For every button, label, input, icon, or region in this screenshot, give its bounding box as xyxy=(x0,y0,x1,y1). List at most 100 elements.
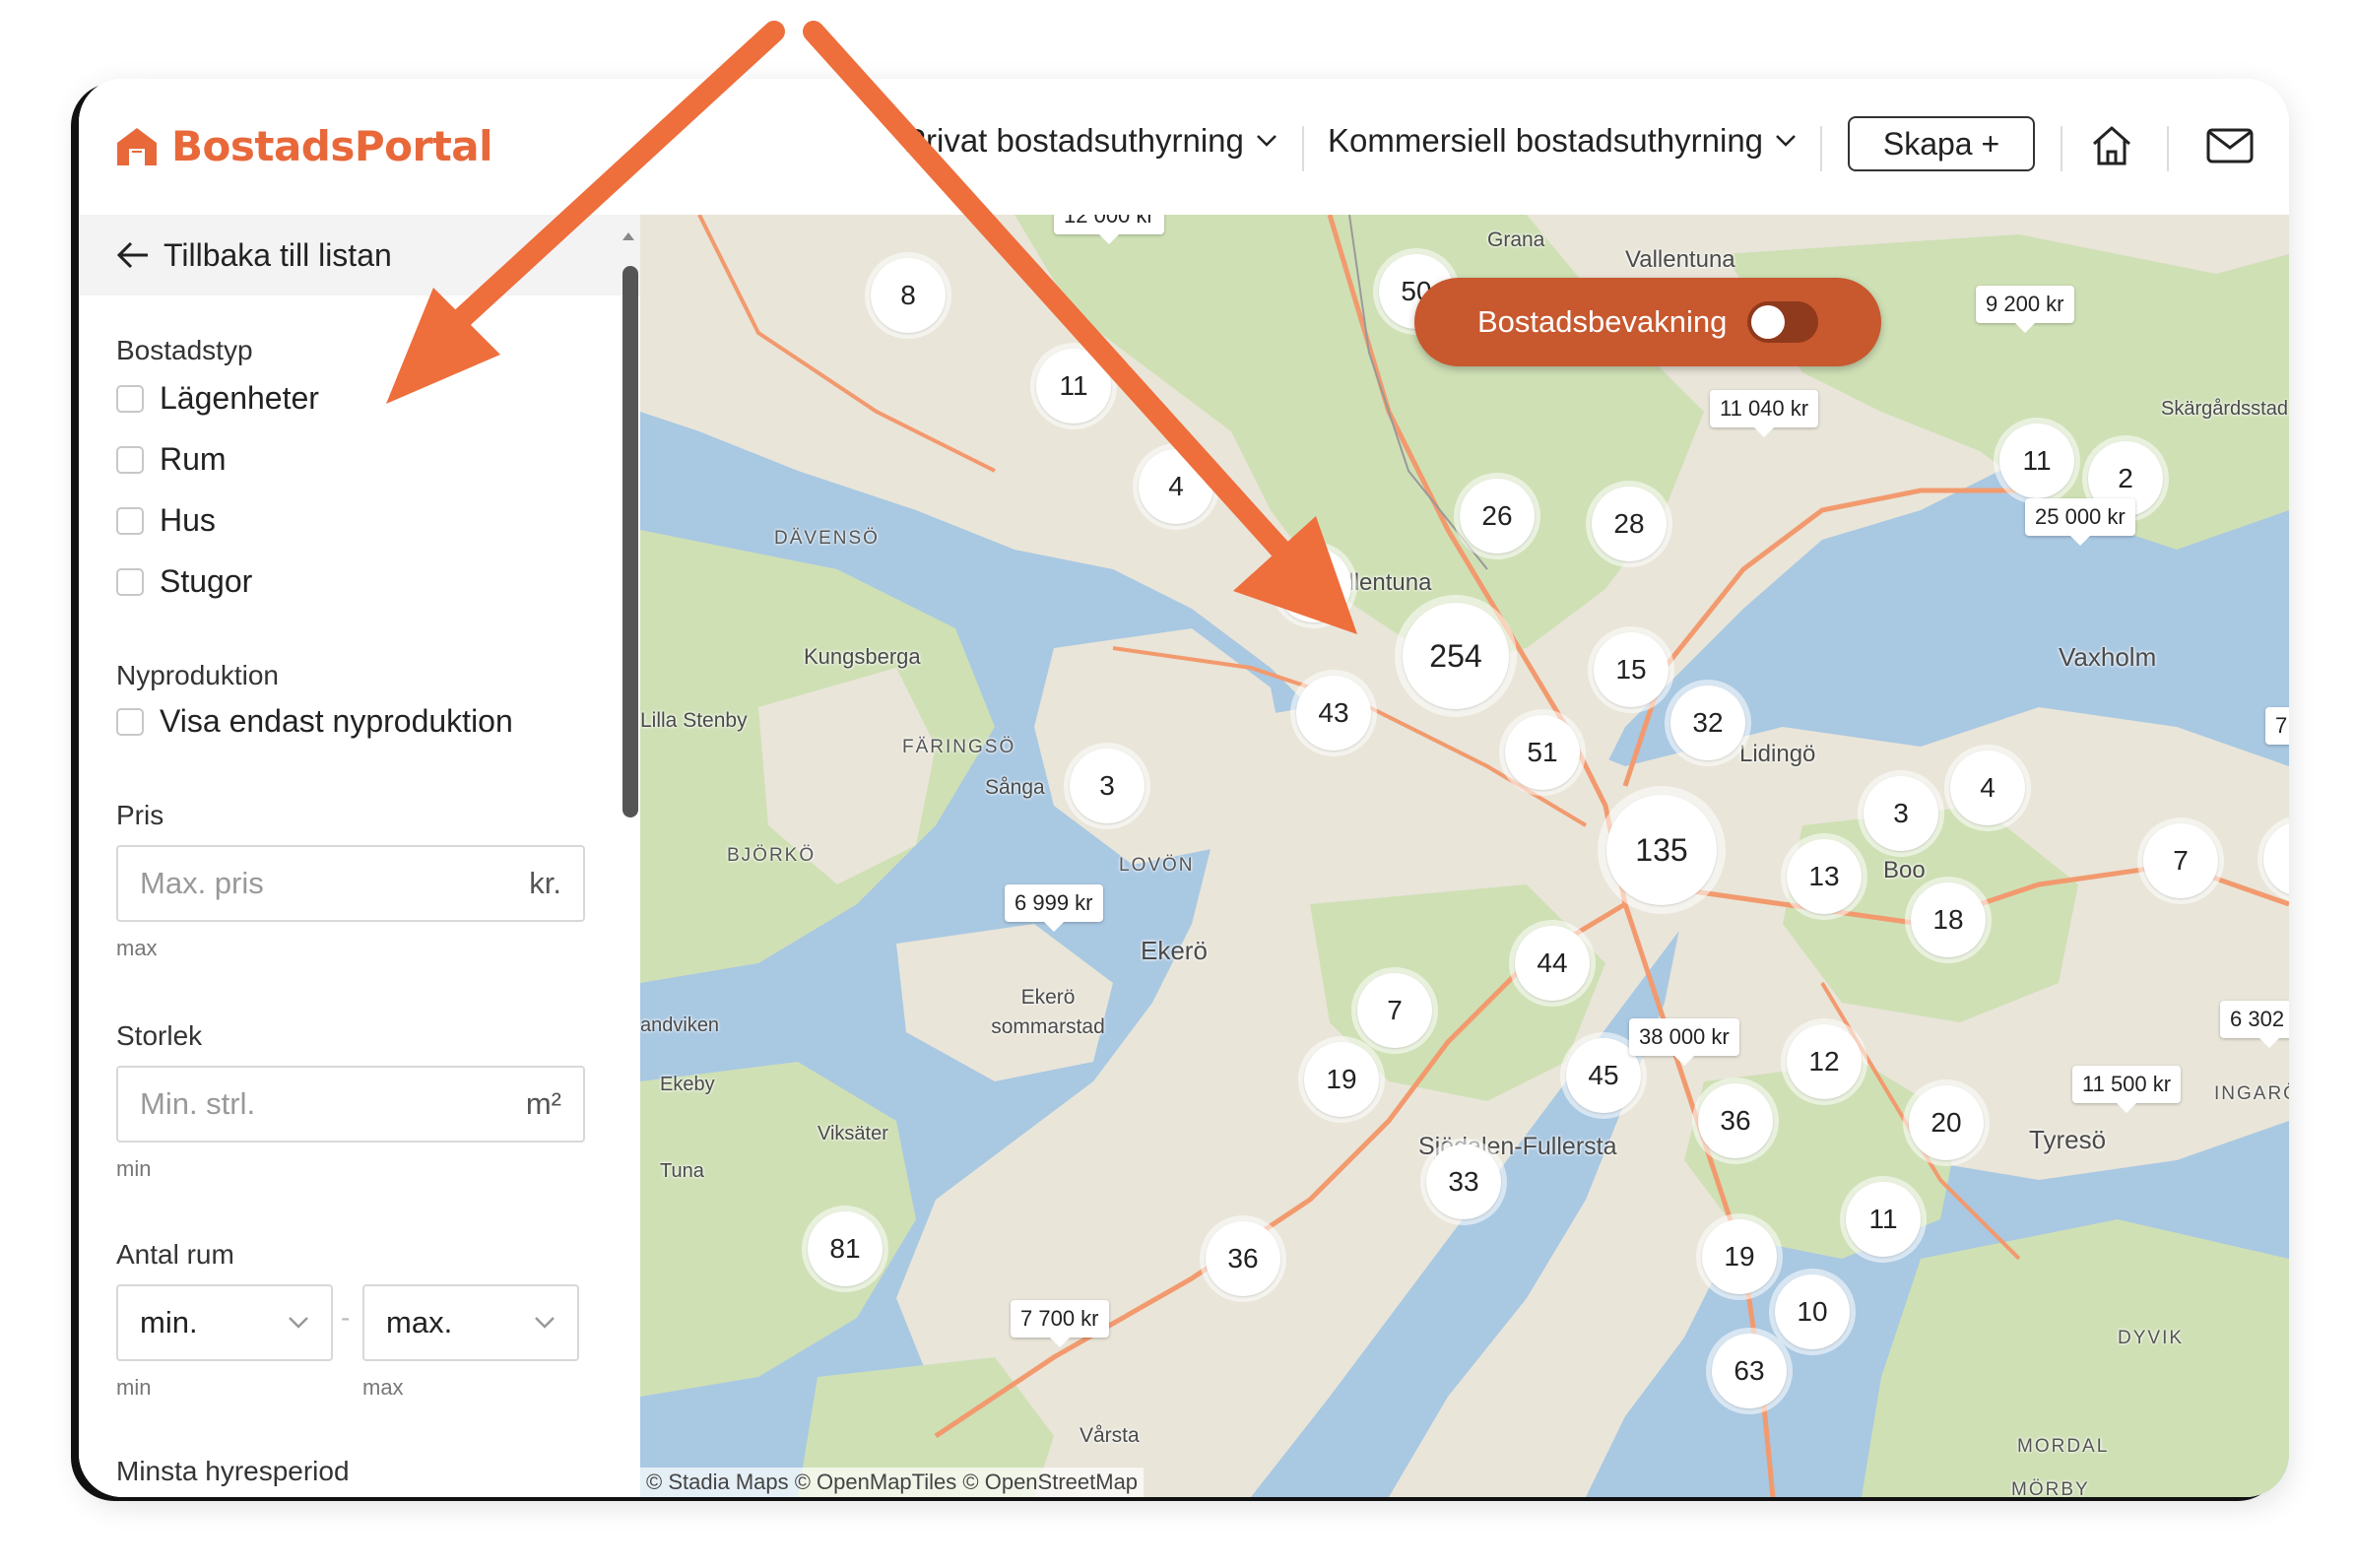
map-cluster[interactable]: 4 xyxy=(1133,443,1219,530)
back-to-list-button[interactable]: Tillbaka till listan xyxy=(79,215,640,295)
place-label: Skärgårdsstad xyxy=(2161,398,2288,420)
create-button[interactable]: Skapa + xyxy=(1848,116,2035,171)
map-cluster[interactable]: 36 xyxy=(1692,1078,1779,1164)
min-rooms-select[interactable]: min. xyxy=(116,1284,333,1361)
map-cluster[interactable]: 55 xyxy=(1271,542,1357,628)
housing-type-option-rooms[interactable]: Rum xyxy=(116,441,227,478)
map-cluster[interactable]: 32 xyxy=(1665,680,1751,766)
price-unit: kr. xyxy=(529,866,561,900)
map-cluster[interactable]: 44 xyxy=(1509,920,1596,1007)
map-cluster[interactable]: 3 xyxy=(1858,770,1944,857)
map-cluster[interactable]: 7 xyxy=(2137,817,2224,904)
place-label: MORDAL xyxy=(2017,1436,2110,1457)
housing-alert-toggle[interactable]: Bostadsbevakning xyxy=(1414,278,1881,366)
map-cluster[interactable]: 11 xyxy=(1840,1176,1927,1263)
map-cluster[interactable]: 254 xyxy=(1395,595,1517,717)
max-price-input[interactable]: Max. pris kr. xyxy=(116,845,585,922)
housing-type-option-apartments[interactable]: Lägenheter xyxy=(116,380,319,417)
place-label: andviken xyxy=(640,1014,720,1036)
max-price-placeholder: Max. pris xyxy=(140,866,264,900)
chevron-down-icon xyxy=(289,1317,308,1329)
app-window: BostadsPortal Privat bostadsuthyrning Ko… xyxy=(79,79,2289,1497)
mail-icon[interactable] xyxy=(2206,128,2254,163)
scrollbar-thumb[interactable] xyxy=(622,266,638,817)
price-marker[interactable]: 6 999 kr xyxy=(1005,884,1103,932)
map-view[interactable]: Grana Vallentuna Skärgårdsstad DÄVENSÖ S… xyxy=(640,215,2289,1497)
new-production-option[interactable]: Visa endast nyproduktion xyxy=(116,703,513,740)
price-marker[interactable]: 7 700 kr xyxy=(1011,1300,1109,1347)
cluster-count: 36 xyxy=(1206,1221,1280,1296)
option-label: Rum xyxy=(160,441,227,477)
price-marker[interactable]: 11 500 kr xyxy=(2072,1066,2182,1113)
price-marker[interactable]: 7 130 kr xyxy=(2265,707,2289,745)
map-cluster[interactable]: 19 xyxy=(1696,1213,1783,1300)
place-label: Ekerö xyxy=(1141,936,1208,965)
price-marker[interactable]: 9 200 kr xyxy=(1976,286,2074,333)
map-cluster[interactable]: 4 xyxy=(1944,745,2031,831)
cluster-count: 36 xyxy=(1698,1083,1773,1158)
price-marker[interactable]: 25 000 kr xyxy=(2025,498,2135,546)
map-cluster[interactable]: 15 xyxy=(1588,626,1674,713)
place-label: Tuna xyxy=(660,1160,704,1182)
checkbox[interactable] xyxy=(116,384,144,413)
map-cluster[interactable]: 8 xyxy=(865,252,951,339)
place-label: Viksäter xyxy=(818,1123,888,1144)
map-cluster[interactable]: 63 xyxy=(1706,1328,1793,1414)
map-cluster[interactable]: 43 xyxy=(1290,670,1377,756)
place-label: Vallentuna xyxy=(1625,246,1735,273)
map-cluster[interactable]: 19 xyxy=(1298,1036,1385,1123)
map-cluster[interactable]: 51 xyxy=(1499,709,1586,796)
housing-alert-label: Bostadsbevakning xyxy=(1477,304,1728,339)
price-marker[interactable]: 11 040 kr xyxy=(1710,390,1819,437)
price-marker[interactable]: 12 000 kr xyxy=(1054,215,1164,244)
cluster-count: 8 xyxy=(871,258,946,333)
home-icon[interactable] xyxy=(2088,122,2135,169)
map-cluster[interactable]: 11 xyxy=(1030,343,1117,429)
map-cluster[interactable]: 26 xyxy=(1454,473,1540,559)
cluster-count: 20 xyxy=(1909,1085,1984,1160)
place-label: INGARÖ xyxy=(2214,1083,2289,1104)
checkbox[interactable] xyxy=(116,707,144,736)
price-marker[interactable]: 6 302 kr xyxy=(2220,1001,2289,1048)
checkbox[interactable] xyxy=(116,567,144,596)
option-label: Lägenheter xyxy=(160,380,319,416)
map-cluster[interactable]: 36 xyxy=(1200,1215,1286,1302)
checkbox[interactable] xyxy=(116,445,144,474)
map-cluster[interactable]: 18 xyxy=(1905,877,1992,963)
map-cluster[interactable]: 81 xyxy=(802,1206,888,1292)
map-cluster[interactable]: 13 xyxy=(1781,833,1867,920)
place-label: Ekeby xyxy=(660,1074,715,1095)
map-cluster[interactable]: 12 xyxy=(1781,1018,1867,1105)
nav-divider xyxy=(1302,126,1304,171)
place-label: DYVIK xyxy=(2118,1328,2185,1348)
map-cluster[interactable]: 135 xyxy=(1598,786,1726,914)
logo[interactable]: BostadsPortal xyxy=(114,122,493,170)
option-label: Hus xyxy=(160,502,216,538)
rooms-min-hint: min xyxy=(116,1375,152,1400)
cluster-count: 7 xyxy=(2143,823,2218,898)
map-cluster[interactable]: 11 xyxy=(1994,418,2080,504)
cluster-count: 11 xyxy=(1846,1182,1921,1257)
cluster-count: 26 xyxy=(1460,479,1535,554)
place-label: LOVÖN xyxy=(1119,855,1195,876)
min-size-input[interactable]: Min. strl. m² xyxy=(116,1066,585,1143)
size-title: Storlek xyxy=(116,1020,203,1051)
cluster-count: 11 xyxy=(1999,424,2074,498)
nav-commercial-rental[interactable]: Kommersiell bostadsuthyrning xyxy=(1328,122,1797,160)
map-cluster[interactable]: 28 xyxy=(1586,481,1672,567)
toggle-switch[interactable] xyxy=(1747,301,1818,343)
map-cluster[interactable]: 7 xyxy=(1351,967,1438,1054)
cluster-count: 13 xyxy=(1787,839,1862,914)
cluster-count: 44 xyxy=(1515,926,1590,1001)
map-cluster[interactable]: 3 xyxy=(1064,743,1150,829)
min-rooms-value: min. xyxy=(140,1305,198,1339)
map-cluster[interactable]: 33 xyxy=(1420,1139,1507,1225)
housing-type-option-houses[interactable]: Hus xyxy=(116,502,216,539)
place-label: Boo xyxy=(1883,857,1926,883)
price-marker[interactable]: 38 000 kr xyxy=(1629,1018,1739,1066)
max-rooms-select[interactable]: max. xyxy=(362,1284,579,1361)
nav-private-rental[interactable]: Privat bostadsuthyrning xyxy=(904,122,1277,160)
map-cluster[interactable]: 20 xyxy=(1903,1079,1990,1166)
checkbox[interactable] xyxy=(116,506,144,535)
housing-type-option-cottages[interactable]: Stugor xyxy=(116,563,252,600)
